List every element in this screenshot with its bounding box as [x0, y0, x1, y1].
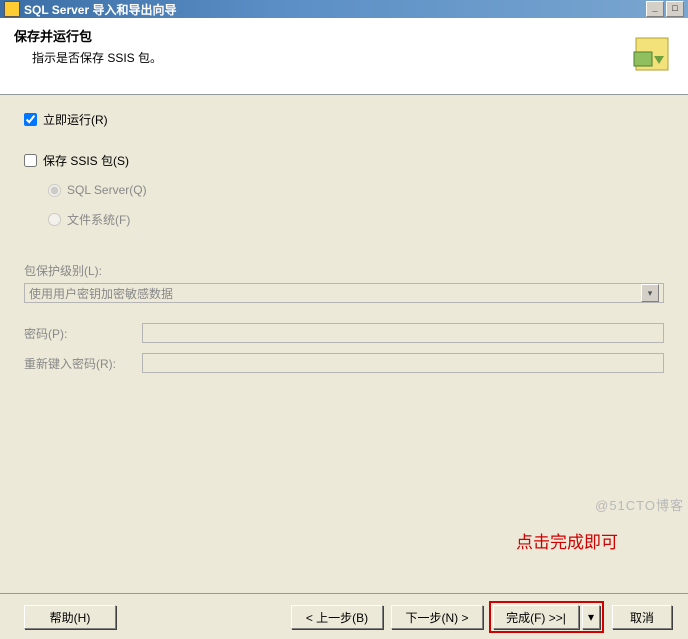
run-now-row: 立即运行(R): [24, 111, 664, 128]
target-fs-label: 文件系统(F): [67, 211, 130, 228]
help-button[interactable]: 帮助(H): [24, 605, 116, 629]
wizard-body: 立即运行(R) 保存 SSIS 包(S) SQL Server(Q) 文件系统(…: [0, 95, 688, 593]
chevron-down-icon: ▾: [641, 284, 659, 302]
wizard-icon: [630, 32, 674, 76]
run-now-checkbox[interactable]: [24, 113, 37, 126]
window-controls: _ □: [644, 1, 688, 17]
target-sql-radio: [48, 184, 61, 197]
finish-split-button[interactable]: ▾: [582, 605, 600, 629]
save-ssis-label: 保存 SSIS 包(S): [43, 152, 129, 169]
save-ssis-checkbox[interactable]: [24, 154, 37, 167]
watermark-text: @51CTO博客: [595, 495, 684, 514]
annotation-text: 点击完成即可: [516, 528, 618, 553]
run-now-label: 立即运行(R): [43, 111, 108, 128]
save-ssis-row: 保存 SSIS 包(S): [24, 152, 664, 169]
minimize-button[interactable]: _: [646, 1, 664, 17]
wizard-footer: 帮助(H) < 上一步(B) 下一步(N) > 完成(F) >>| ▾ 取消: [0, 593, 688, 639]
password-confirm-field: [142, 353, 664, 373]
target-sql-label: SQL Server(Q): [67, 183, 147, 197]
target-sql-row: SQL Server(Q): [48, 183, 664, 197]
cancel-button[interactable]: 取消: [612, 605, 672, 629]
target-fs-row: 文件系统(F): [48, 211, 664, 228]
next-button[interactable]: 下一步(N) >: [391, 605, 483, 629]
target-fs-radio: [48, 213, 61, 226]
protection-level-value: 使用用户密钥加密敏感数据: [29, 285, 641, 302]
window-title: SQL Server 导入和导出向导: [24, 1, 177, 18]
wizard-header: 保存并运行包 指示是否保存 SSIS 包。: [0, 18, 688, 95]
page-subtitle: 指示是否保存 SSIS 包。: [32, 49, 674, 66]
maximize-button[interactable]: □: [666, 1, 684, 17]
password-label: 密码(P):: [24, 325, 142, 342]
finish-button[interactable]: 完成(F) >>|: [493, 605, 579, 629]
password-confirm-label: 重新键入密码(R):: [24, 355, 142, 372]
finish-highlight: 完成(F) >>| ▾: [489, 601, 604, 633]
back-button[interactable]: < 上一步(B): [291, 605, 383, 629]
app-icon: [4, 1, 20, 17]
page-title: 保存并运行包: [14, 26, 674, 45]
title-bar: SQL Server 导入和导出向导 _ □: [0, 0, 688, 18]
protection-level-combo: 使用用户密钥加密敏感数据 ▾: [24, 283, 664, 303]
password-field: [142, 323, 664, 343]
protection-level-label: 包保护级别(L):: [24, 262, 102, 279]
